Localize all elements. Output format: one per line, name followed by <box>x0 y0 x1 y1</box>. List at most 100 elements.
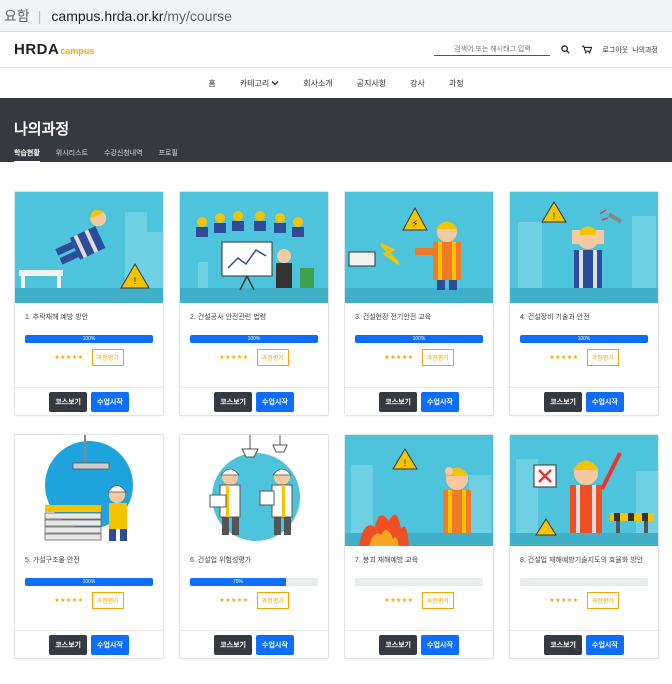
search-icon[interactable] <box>558 43 572 57</box>
star-rating: ★★★★★ <box>54 597 84 604</box>
tab-wishlist[interactable]: 위시리스트 <box>56 148 88 163</box>
course-eval-button[interactable]: 과정평가 <box>586 591 619 609</box>
card-footer: 코스보기 수업시작 <box>345 630 493 658</box>
svg-text:!: ! <box>404 458 407 468</box>
star-rating: ★★★★★ <box>219 597 249 604</box>
course-image-temporary-structure[interactable] <box>15 435 163 546</box>
course-image-collapse-prevention[interactable]: ! <box>345 435 493 546</box>
course-eval-button[interactable]: 과정평가 <box>256 348 289 366</box>
progress-bar: 100% <box>355 334 483 343</box>
nav-item-home[interactable]: 홈 <box>196 78 227 89</box>
view-course-button[interactable]: 코스보기 <box>214 634 252 655</box>
course-body: 7. 붕괴 재해예방 교육 ★★★★★ 과정평가 <box>345 546 493 630</box>
course-eval-button[interactable]: 과정평가 <box>91 591 124 609</box>
course-title[interactable]: 8. 건설업 재해예방기술지도의 효율화 방안 <box>520 556 648 578</box>
nav-item-instructor[interactable]: 강사 <box>398 78 437 89</box>
my-courses-link[interactable]: 나의과정 <box>632 45 658 55</box>
course-card: ! 1. 추락재해 예방 방안 100% ★★★★★ 과정평가 코스보기 수업시… <box>14 191 164 416</box>
progress-fill: 75% <box>190 577 286 586</box>
course-eval-button[interactable]: 과정평가 <box>256 591 289 609</box>
start-class-button[interactable]: 수업시작 <box>256 634 294 655</box>
main-nav: 홈 카테고리 회사소개 공지사항 강사 과정 <box>0 68 672 98</box>
rating-row: ★★★★★ 과정평가 <box>355 591 483 609</box>
rating-row: ★★★★★ 과정평가 <box>25 591 153 609</box>
progress-fill: 100% <box>520 334 648 343</box>
progress-bar: 100% <box>520 334 648 343</box>
course-card: ⚡ 3. 건설현장 전기안전 교육 100% ★★★★★ 과정평가 코스보기 수… <box>344 191 494 416</box>
tab-profile[interactable]: 프로필 <box>159 148 178 163</box>
start-class-button[interactable]: 수업시작 <box>256 391 294 412</box>
logo-sub: campus <box>60 46 95 56</box>
nav-item-about[interactable]: 회사소개 <box>291 78 344 89</box>
course-image-risk-assessment[interactable] <box>180 435 328 546</box>
nav-item-category[interactable]: 카테고리 <box>228 78 291 89</box>
course-grid: ! 1. 추락재해 예방 방안 100% ★★★★★ 과정평가 코스보기 수업시… <box>14 191 659 659</box>
card-footer: 코스보기 수업시작 <box>510 630 658 658</box>
course-title[interactable]: 1. 추락재해 예방 방안 <box>25 313 153 335</box>
course-image-electric-safety[interactable]: ⚡ <box>345 192 493 303</box>
star-rating: ★★★★★ <box>384 354 414 361</box>
course-eval-button[interactable]: 과정평가 <box>421 348 454 366</box>
cart-icon[interactable] <box>580 43 594 57</box>
rating-row: ★★★★★ 과정평가 <box>520 591 648 609</box>
course-image-equipment-safety[interactable]: ! <box>510 192 658 303</box>
course-eval-button[interactable]: 과정평가 <box>91 348 124 366</box>
course-title[interactable]: 4. 건설장비 기술과 안전 <box>520 313 648 335</box>
course-body: 5. 가설구조물 안전 100% ★★★★★ 과정평가 <box>15 546 163 630</box>
page-title-band: 나의과정 학습현황 위시리스트 수강신청내역 프로필 <box>0 98 672 163</box>
nav-item-course[interactable]: 과정 <box>437 78 476 89</box>
view-course-button[interactable]: 코스보기 <box>49 391 87 412</box>
nav-item-notice[interactable]: 공지사항 <box>345 78 398 89</box>
view-course-button[interactable]: 코스보기 <box>544 634 582 655</box>
course-body: 6. 건설업 위험성평가 75% ★★★★★ 과정평가 <box>180 546 328 630</box>
star-rating: ★★★★★ <box>219 354 249 361</box>
course-image-technical-guidance[interactable] <box>510 435 658 546</box>
start-class-button[interactable]: 수업시작 <box>91 391 129 412</box>
course-title[interactable]: 3. 건설현장 전기안전 교육 <box>355 313 483 335</box>
tab-enrollment-history[interactable]: 수강신청내역 <box>104 148 143 163</box>
course-eval-button[interactable]: 과정평가 <box>586 348 619 366</box>
page-tabs: 학습현황 위시리스트 수강신청내역 프로필 <box>14 148 658 163</box>
start-class-button[interactable]: 수업시작 <box>421 634 459 655</box>
course-card: 2. 건설공사 안전관련 법령 100% ★★★★★ 과정평가 코스보기 수업시… <box>179 191 329 416</box>
browser-address-bar[interactable]: 요함 | campus.hrda.or.kr /my/course <box>0 0 672 32</box>
course-title[interactable]: 7. 붕괴 재해예방 교육 <box>355 556 483 578</box>
view-course-button[interactable]: 코스보기 <box>49 634 87 655</box>
view-course-button[interactable]: 코스보기 <box>379 634 417 655</box>
progress-fill: 100% <box>25 334 153 343</box>
view-course-button[interactable]: 코스보기 <box>214 391 252 412</box>
course-title[interactable]: 2. 건설공사 안전관련 법령 <box>190 313 318 335</box>
tab-learning-status[interactable]: 학습현황 <box>14 148 40 163</box>
rating-row: ★★★★★ 과정평가 <box>190 591 318 609</box>
progress-bar: 100% <box>25 334 153 343</box>
course-image-safety-law[interactable] <box>180 192 328 303</box>
start-class-button[interactable]: 수업시작 <box>586 391 624 412</box>
rating-row: ★★★★★ 과정평가 <box>25 348 153 366</box>
url-host[interactable]: campus.hrda.or.kr <box>51 8 163 24</box>
course-card: ! 7. 붕괴 재해예방 교육 ★★★★★ 과정평가 코스보기 수업시작 <box>344 434 494 659</box>
view-course-button[interactable]: 코스보기 <box>544 391 582 412</box>
url-path[interactable]: /my/course <box>163 8 231 24</box>
rating-row: ★★★★★ 과정평가 <box>355 348 483 366</box>
progress-bar: 75% <box>190 577 318 586</box>
start-class-button[interactable]: 수업시작 <box>421 391 459 412</box>
start-class-button[interactable]: 수업시작 <box>91 634 129 655</box>
course-image-fall-worker[interactable]: ! <box>15 192 163 303</box>
card-footer: 코스보기 수업시작 <box>510 387 658 415</box>
search-input[interactable] <box>434 43 551 56</box>
course-title[interactable]: 5. 가설구조물 안전 <box>25 556 153 578</box>
card-footer: 코스보기 수업시작 <box>15 630 163 658</box>
start-class-button[interactable]: 수업시작 <box>586 634 624 655</box>
view-course-button[interactable]: 코스보기 <box>379 391 417 412</box>
site-logo[interactable]: HRDA campus <box>14 41 94 58</box>
course-body: 4. 건설장비 기술과 안전 100% ★★★★★ 과정평가 <box>510 303 658 387</box>
course-title[interactable]: 6. 건설업 위험성평가 <box>190 556 318 578</box>
nav-item-category-label: 카테고리 <box>239 78 270 88</box>
logout-link[interactable]: 로그아웃 <box>602 45 628 55</box>
course-eval-button[interactable]: 과정평가 <box>421 591 454 609</box>
chevron-down-icon <box>271 81 279 86</box>
star-rating: ★★★★★ <box>549 354 579 361</box>
progress-fill: 100% <box>190 334 318 343</box>
star-rating: ★★★★★ <box>384 597 414 604</box>
svg-text:⚡: ⚡ <box>411 219 418 230</box>
